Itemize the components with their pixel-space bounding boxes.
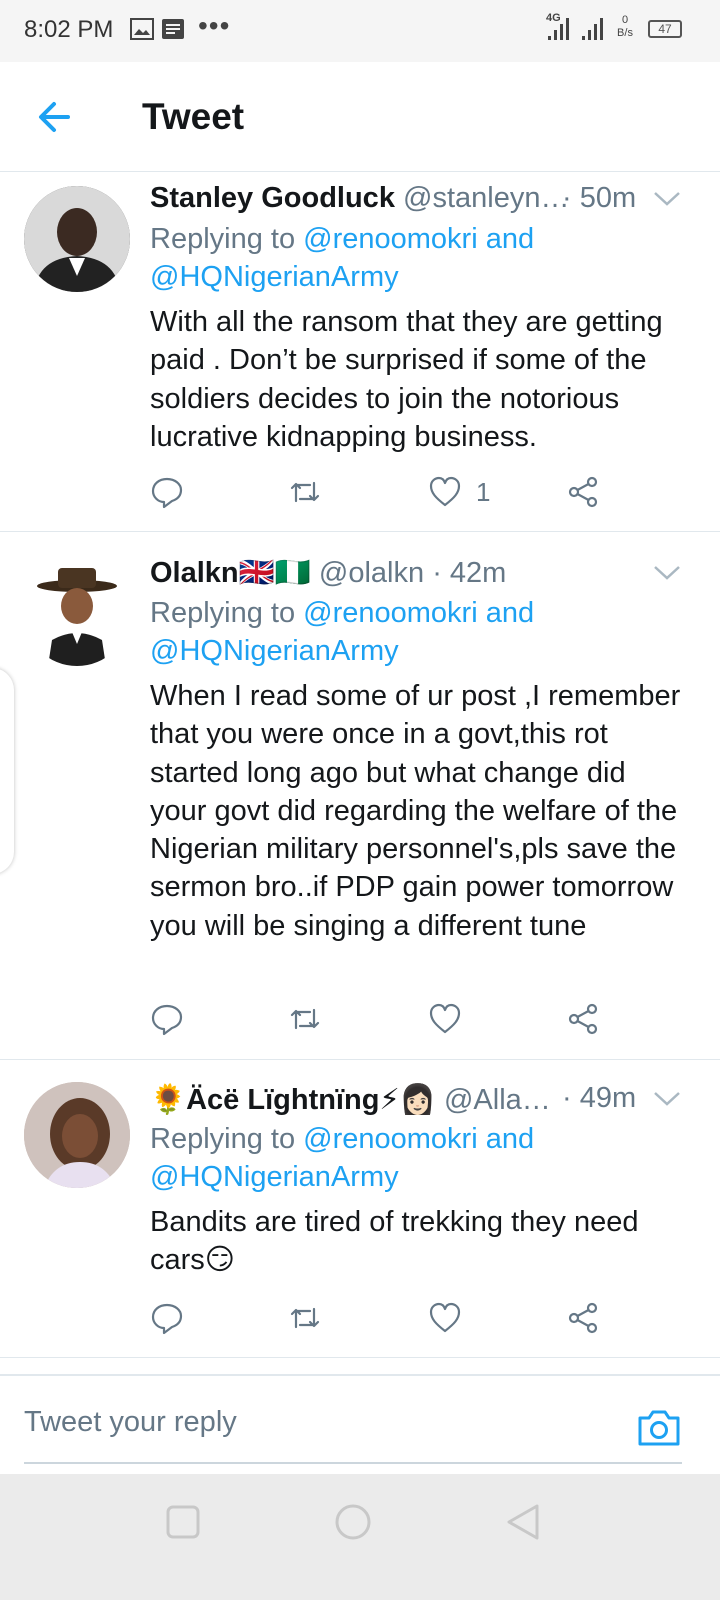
replying-prefix: Replying to (150, 597, 304, 629)
tweet-text: When I read some of ur post ,I remember … (150, 680, 681, 942)
reply-and[interactable]: and (478, 1123, 534, 1155)
share-icon (568, 1302, 598, 1334)
net-speed-value: 0 (621, 14, 629, 26)
tweet-text: With all the ransom that they are gettin… (150, 306, 663, 453)
share-button[interactable] (566, 1298, 600, 1338)
author-name[interactable]: Stanley Goodluck (150, 182, 395, 214)
like-count: 1 (476, 476, 491, 507)
heart-icon (429, 1003, 461, 1034)
reply-and[interactable]: and (478, 223, 534, 255)
arrow-left-icon[interactable] (28, 94, 82, 140)
replying-prefix: Replying to (150, 223, 304, 255)
author-handle[interactable]: @Alla… (444, 1084, 551, 1116)
tweet-time: · 50m (562, 182, 637, 214)
signal-icon-2 (582, 18, 603, 40)
heart-icon (429, 1302, 461, 1333)
share-icon (568, 476, 598, 508)
status-bar: 8:02 PM ••• 4G 0 B/s 47 (0, 0, 720, 62)
more-dots-icon: ••• (198, 10, 231, 41)
author-handle[interactable]: @stanleyn… (403, 182, 569, 214)
status-time: 8:02 PM (24, 16, 114, 43)
reply-mention[interactable]: @renoomokri (303, 223, 478, 255)
reply-button[interactable] (150, 999, 184, 1039)
chevron-down-icon[interactable] (652, 1088, 682, 1108)
recent-apps-icon[interactable] (163, 1502, 203, 1542)
reply-input[interactable]: Tweet your reply (24, 1406, 237, 1439)
chevron-down-icon[interactable] (652, 562, 682, 582)
battery-icon: 47 (648, 20, 682, 38)
avatar[interactable] (24, 560, 130, 666)
reply-mention[interactable]: @HQNigerianArmy (150, 261, 399, 293)
retweet-icon (290, 481, 320, 503)
header: Tweet (0, 62, 720, 172)
author-name[interactable]: 🌻Äcë Lïghtnïng⚡👩🏻 (150, 1084, 436, 1116)
like-button[interactable] (428, 1298, 476, 1338)
retweet-icon (290, 1307, 320, 1329)
tweet-time: · 49m (562, 1082, 637, 1114)
tweet-header: Olalkn🇬🇧🇳🇬 @olalkn · 42m (150, 556, 506, 590)
tweet-header: Stanley Goodluck @stanleyn… (150, 182, 569, 215)
tweet-header: 🌻Äcë Lïghtnïng⚡👩🏻 @Alla… (150, 1082, 551, 1117)
tweet-time: · 42m (432, 557, 507, 589)
reply-mention[interactable]: @renoomokri (303, 1123, 478, 1155)
edge-panel-handle[interactable] (0, 668, 14, 874)
share-button[interactable] (566, 999, 600, 1039)
reply-icon (151, 1303, 183, 1335)
retweet-icon (290, 1008, 320, 1030)
reply-mention[interactable]: @HQNigerianArmy (150, 635, 399, 667)
home-icon[interactable] (333, 1502, 373, 1542)
replying-to: Replying to @renoomokri and @HQNigerianA… (150, 220, 690, 296)
replying-prefix: Replying to (150, 1123, 304, 1155)
system-nav-bar (0, 1474, 720, 1600)
avatar[interactable] (24, 1082, 130, 1188)
signal-icon (548, 18, 569, 40)
tweet-actions (150, 999, 620, 1039)
author-name[interactable]: Olalkn🇬🇧🇳🇬 (150, 557, 311, 589)
tweet[interactable]: 🌻Äcë Lïghtnïng⚡👩🏻 @Alla… · 49m Replying … (0, 1060, 720, 1358)
tweet-actions: 1 (150, 472, 620, 512)
retweet-button[interactable] (288, 472, 322, 512)
tweet-actions (150, 1298, 620, 1338)
gallery-icon (130, 18, 154, 40)
page-title: Tweet (142, 96, 245, 137)
reply-button[interactable] (150, 1298, 184, 1338)
reply-button[interactable] (150, 472, 184, 512)
reply-divider (24, 1462, 682, 1464)
reply-icon (151, 477, 183, 509)
reply-icon (151, 1004, 183, 1036)
net-speed: 0 B/s (612, 14, 638, 40)
reply-mention[interactable]: @renoomokri (303, 597, 478, 629)
tweet-text: Bandits are tired of trekking they need … (150, 1206, 639, 1277)
reply-and[interactable]: and (478, 597, 534, 629)
tweet[interactable]: Olalkn🇬🇧🇳🇬 @olalkn · 42m Replying to @re… (0, 532, 720, 1060)
replying-to: Replying to @renoomokri and @HQNigerianA… (150, 1120, 690, 1196)
share-icon (568, 1003, 598, 1035)
back-nav-icon[interactable] (503, 1502, 543, 1542)
share-button[interactable] (566, 472, 600, 512)
retweet-button[interactable] (288, 1298, 322, 1338)
reply-bar: Tweet your reply (0, 1374, 720, 1474)
retweet-button[interactable] (288, 999, 322, 1039)
like-button[interactable] (428, 999, 476, 1039)
replying-to: Replying to @renoomokri and @HQNigerianA… (150, 594, 690, 670)
reply-mention[interactable]: @HQNigerianArmy (150, 1161, 399, 1193)
tweet[interactable]: Stanley Goodluck @stanleyn… · 50m Replyi… (0, 172, 720, 532)
document-icon (162, 19, 184, 39)
heart-icon (429, 476, 461, 507)
like-button[interactable]: 1 (428, 472, 490, 512)
net-speed-unit: B/s (617, 27, 633, 39)
chevron-down-icon[interactable] (652, 188, 682, 208)
camera-icon[interactable] (636, 1406, 682, 1448)
author-handle[interactable]: @olalkn (319, 557, 424, 589)
avatar[interactable] (24, 186, 130, 292)
